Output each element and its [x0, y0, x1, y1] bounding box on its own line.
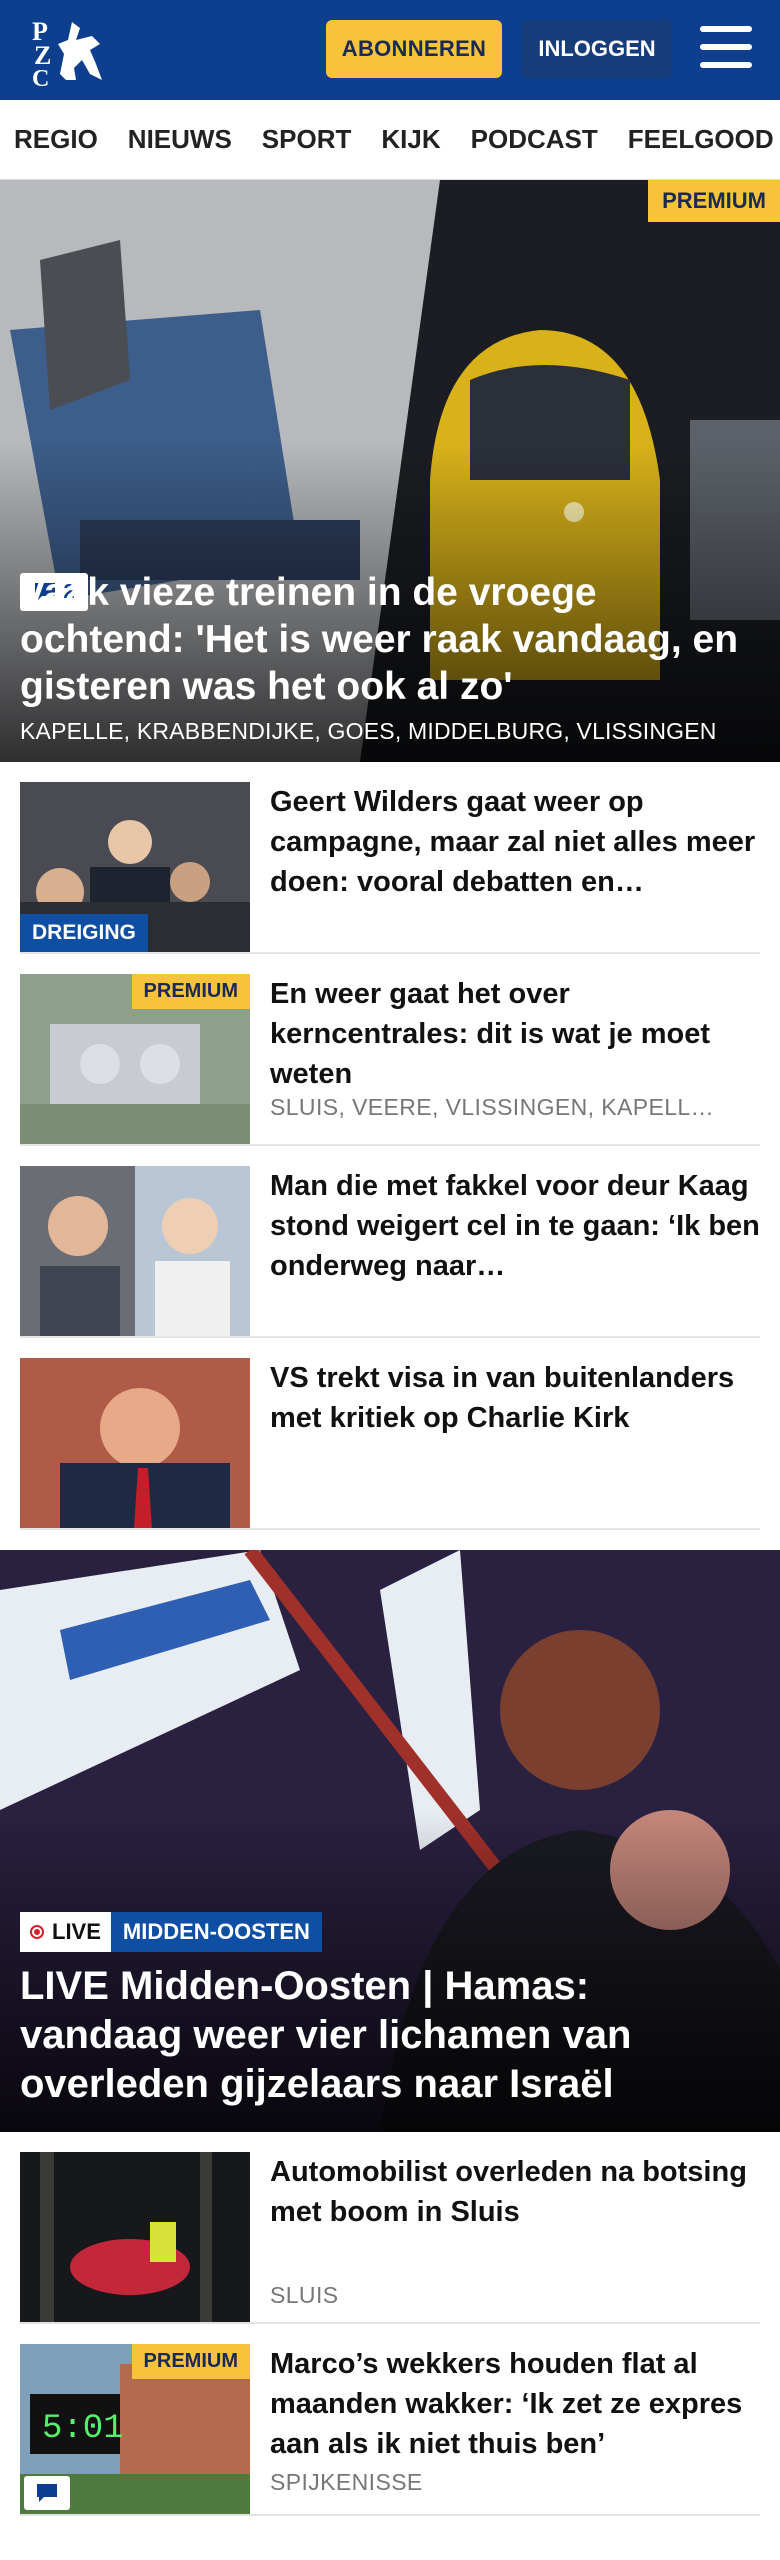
- clock-display: 5:01: [42, 2410, 124, 2448]
- article-locations: SLUIS, VEERE, VLISSINGEN, KAPELL…: [270, 1094, 714, 1120]
- premium-badge: PREMIUM: [131, 974, 250, 1009]
- nav-item-feelgood[interactable]: FEELGOOD: [628, 124, 774, 155]
- live-label-row: LIVE MIDDEN-OOSTEN: [20, 1912, 322, 1952]
- hero-locations: KAPELLE, KRABBENDIJKE, GOES, MIDDELBURG,…: [20, 718, 717, 744]
- article-title[interactable]: Marco’s wekkers houden flat al maanden w…: [270, 2344, 760, 2464]
- article-item[interactable]: VS trekt visa in van buitenlanders met k…: [20, 1338, 760, 1530]
- section-tag: MIDDEN-OOSTEN: [110, 1912, 322, 1952]
- article-item[interactable]: 5:01 PREMIUM Marco’s wekkers houden flat…: [20, 2324, 760, 2516]
- category-tag: DREIGING: [20, 914, 148, 952]
- pzc-logo[interactable]: P Z C: [30, 14, 110, 86]
- site-header: P Z C ABONNEREN INLOGGEN: [0, 0, 780, 100]
- nav-item-kijk[interactable]: KIJK: [381, 124, 440, 155]
- live-label: LIVE: [52, 1919, 101, 1944]
- subscribe-button[interactable]: ABONNEREN: [326, 20, 502, 78]
- article-thumbnail: 5:01 PREMIUM: [20, 2344, 250, 2514]
- article-thumbnail: [20, 2152, 250, 2322]
- article-title[interactable]: Man die met fakkel voor deur Kaag stond …: [270, 1166, 760, 1286]
- article-thumbnail: [20, 1358, 250, 1528]
- comment-icon-badge[interactable]: [24, 2476, 70, 2510]
- article-title[interactable]: Geert Wilders gaat weer op campagne, maa…: [270, 782, 760, 902]
- hamburger-menu-icon[interactable]: [700, 26, 752, 72]
- section-nav: REGIO NIEUWS SPORT KIJK PODCAST FEELGOOD…: [0, 100, 780, 180]
- article-title[interactable]: Automobilist overleden na botsing met bo…: [270, 2152, 760, 2232]
- article-thumbnail: [20, 1166, 250, 1336]
- article-thumbnail: DREIGING: [20, 782, 250, 952]
- live-badge: LIVE: [20, 1912, 111, 1952]
- article-title[interactable]: En weer gaat het over kerncentrales: dit…: [270, 974, 760, 1094]
- live-hero-article[interactable]: LIVE MIDDEN-OOSTEN LIVE Midden-Oosten | …: [0, 1550, 780, 2132]
- article-item[interactable]: DREIGING Geert Wilders gaat weer op camp…: [20, 762, 760, 954]
- article-item[interactable]: Automobilist overleden na botsing met bo…: [20, 2132, 760, 2324]
- hero-article[interactable]: PREMIUM 2 Vaak vieze treinen in de vroeg…: [0, 180, 780, 762]
- nav-item-podcast[interactable]: PODCAST: [471, 124, 598, 155]
- live-dot-icon: [30, 1925, 44, 1939]
- live-hero-title[interactable]: LIVE Midden-Oosten | Hamas: vandaag weer…: [20, 1962, 760, 2109]
- premium-badge: PREMIUM: [131, 2344, 250, 2379]
- article-locations: SLUIS: [270, 2282, 339, 2308]
- nav-item-nieuws[interactable]: NIEUWS: [128, 124, 232, 155]
- premium-badge: PREMIUM: [648, 180, 780, 222]
- article-item[interactable]: Man die met fakkel voor deur Kaag stond …: [20, 1146, 760, 1338]
- article-thumbnail: PREMIUM: [20, 974, 250, 1144]
- article-item[interactable]: PREMIUM En weer gaat het over kerncentra…: [20, 954, 760, 1146]
- nav-item-sport[interactable]: SPORT: [262, 124, 352, 155]
- login-button[interactable]: INLOGGEN: [522, 20, 672, 78]
- svg-text:C: C: [32, 66, 49, 86]
- comment-icon: [37, 2484, 57, 2502]
- nav-item-regio[interactable]: REGIO: [14, 124, 98, 155]
- hero-title[interactable]: Vaak vieze treinen in de vroege ochtend:…: [20, 569, 760, 710]
- article-locations: SPIJKENISSE: [270, 2469, 423, 2495]
- article-title[interactable]: VS trekt visa in van buitenlanders met k…: [270, 1358, 760, 1438]
